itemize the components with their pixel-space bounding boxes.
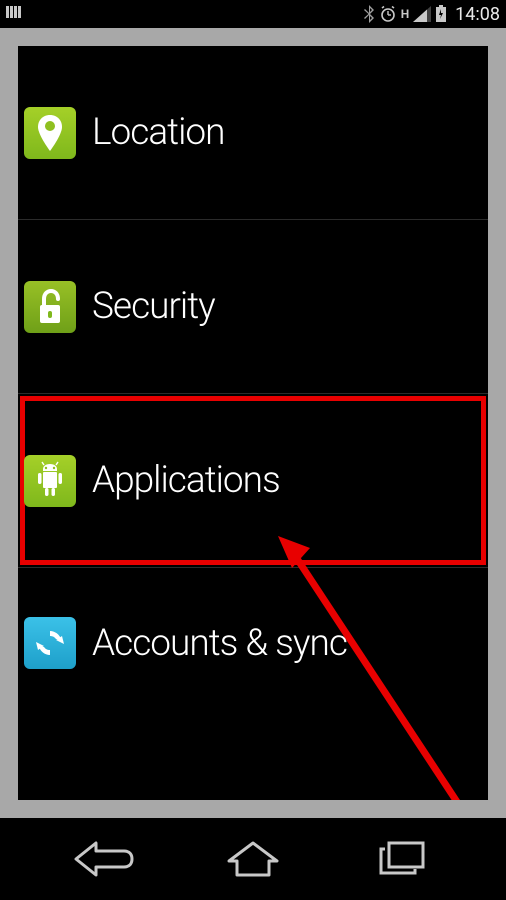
settings-item-label: Security <box>92 285 215 328</box>
android-icon <box>24 455 76 507</box>
navigation-bar <box>0 818 506 900</box>
back-button[interactable] <box>49 829 159 889</box>
settings-item-location[interactable]: Location <box>18 46 488 220</box>
network-type-label: H <box>401 7 409 21</box>
battery-icon <box>435 5 447 23</box>
lock-open-icon <box>24 281 76 333</box>
home-button[interactable] <box>198 829 308 889</box>
bluetooth-icon <box>363 5 375 23</box>
clock-label: 14:08 <box>455 4 500 25</box>
settings-item-label: Accounts & sync <box>92 622 347 665</box>
battery-bars-icon <box>6 4 26 24</box>
embedded-screenshot: Location Security <box>10 28 496 818</box>
alarm-icon <box>379 5 397 23</box>
settings-screen: Location Security <box>18 46 488 800</box>
settings-item-security[interactable]: Security <box>18 220 488 394</box>
settings-list: Location Security <box>18 46 488 800</box>
settings-item-applications[interactable]: Applications <box>18 394 488 568</box>
settings-item-accounts-sync[interactable]: Accounts & sync <box>18 568 488 718</box>
sync-icon <box>24 617 76 669</box>
device-frame: H 14:08 <box>0 0 506 900</box>
signal-icon <box>413 6 431 22</box>
settings-item-label: Location <box>92 111 224 154</box>
location-pin-icon <box>24 107 76 159</box>
settings-item-label: Applications <box>92 459 280 502</box>
recent-apps-button[interactable] <box>347 829 457 889</box>
status-bar: H 14:08 <box>0 0 506 28</box>
